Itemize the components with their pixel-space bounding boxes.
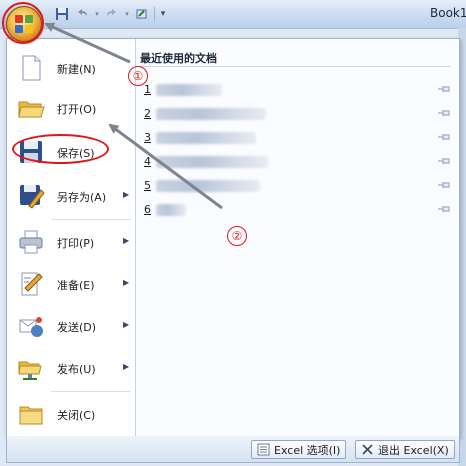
recent-item-number: 3 <box>144 131 151 144</box>
annotation-marker-1: ① <box>128 66 148 86</box>
close-folder-icon <box>17 400 45 428</box>
menu-item-open[interactable]: 打开(O) <box>7 89 135 127</box>
submenu-arrow-icon: ▶ <box>123 362 130 371</box>
menu-item-label: 发布(U) <box>57 363 96 376</box>
send-icon <box>17 312 45 340</box>
publish-icon <box>17 354 45 382</box>
options-icon <box>257 443 270 456</box>
recent-item[interactable]: 5 <box>140 176 458 196</box>
excel-options-button[interactable]: Excel 选项(I) <box>251 440 347 459</box>
submenu-arrow-icon: ▶ <box>123 190 130 199</box>
menu-item-print[interactable]: 打印(P) ▶ <box>7 223 135 261</box>
recent-divider <box>139 66 451 67</box>
menu-commands: 新建(N) 打开(O) 保存(S) 另存为(A) ▶ 打印(P) ▶ 准备(E)… <box>7 39 136 437</box>
menu-separator <box>51 391 131 392</box>
menu-item-label: 发送(D) <box>57 321 97 334</box>
recent-item[interactable]: 2 <box>140 104 458 124</box>
recent-item[interactable]: 6 <box>140 200 458 220</box>
recent-item-number: 4 <box>144 155 151 168</box>
menu-item-prepare[interactable]: 准备(E) ▶ <box>7 265 135 303</box>
recent-item-name-blurred <box>156 108 266 120</box>
office-highlight-ring <box>2 2 44 44</box>
recent-item[interactable]: 3 <box>140 128 458 148</box>
menu-item-label: 新建(N) <box>57 63 96 76</box>
annotation-marker-2: ② <box>227 226 247 246</box>
save-as-icon <box>17 182 45 210</box>
recent-documents-title: 最近使用的文档 <box>140 52 217 65</box>
menu-item-new[interactable]: 新建(N) <box>7 49 135 87</box>
recent-item-name-blurred <box>156 84 222 96</box>
exit-excel-label: 退出 Excel(X) <box>378 443 449 457</box>
recent-item[interactable]: 4 <box>140 152 458 172</box>
menu-item-label: 打印(P) <box>57 237 95 250</box>
menu-item-publish[interactable]: 发布(U) ▶ <box>7 349 135 387</box>
save-icon[interactable] <box>54 6 70 22</box>
menu-separator <box>51 219 131 220</box>
menu-item-label: 关闭(C) <box>57 409 96 422</box>
recent-item-number: 6 <box>144 203 151 216</box>
pin-icon[interactable] <box>437 132 451 142</box>
recent-item-name-blurred <box>156 180 260 192</box>
open-highlight-ring <box>12 134 109 164</box>
menu-item-send[interactable]: 发送(D) ▶ <box>7 307 135 345</box>
undo-icon[interactable] <box>74 6 90 22</box>
submenu-arrow-icon: ▶ <box>123 278 130 287</box>
pin-icon[interactable] <box>437 180 451 190</box>
pin-icon[interactable] <box>437 84 451 94</box>
recent-item-name-blurred <box>156 204 186 216</box>
quick-access-toolbar: ▾ ▾ ▾ <box>54 5 167 23</box>
pin-icon[interactable] <box>437 156 451 166</box>
printer-icon <box>17 228 45 256</box>
open-folder-icon <box>17 94 45 122</box>
excel-options-label: Excel 选项(I) <box>274 443 341 457</box>
prepare-icon <box>17 270 45 298</box>
recent-item-number: 1 <box>144 83 151 96</box>
exit-icon <box>361 443 374 456</box>
pin-icon[interactable] <box>437 108 451 118</box>
menu-item-close[interactable]: 关闭(C) <box>7 395 135 433</box>
redo-dropdown-icon[interactable]: ▾ <box>124 6 130 22</box>
recent-item-name-blurred <box>156 156 268 168</box>
undo-dropdown-icon[interactable]: ▾ <box>94 6 100 22</box>
pin-icon[interactable] <box>437 204 451 214</box>
window-title: Book1 <box>430 6 466 20</box>
title-bar: ▾ ▾ ▾ Book1 <box>0 0 466 29</box>
menu-item-label: 准备(E) <box>57 279 95 292</box>
exit-excel-button[interactable]: 退出 Excel(X) <box>355 440 455 459</box>
recent-item-number: 5 <box>144 179 151 192</box>
new-document-icon <box>17 54 45 82</box>
customize-icon[interactable] <box>134 6 150 22</box>
menu-footer: Excel 选项(I) 退出 Excel(X) <box>6 436 460 463</box>
submenu-arrow-icon: ▶ <box>123 236 130 245</box>
submenu-arrow-icon: ▶ <box>123 320 130 329</box>
menu-item-label: 另存为(A) <box>57 191 107 204</box>
customize-dropdown-icon[interactable]: ▾ <box>159 6 167 22</box>
recent-item-name-blurred <box>156 132 256 144</box>
qat-separator <box>154 7 155 21</box>
menu-item-label: 打开(O) <box>57 103 97 116</box>
menu-item-save-as[interactable]: 另存为(A) ▶ <box>7 177 135 215</box>
recent-item[interactable]: 1 <box>140 80 458 100</box>
redo-icon[interactable] <box>104 6 120 22</box>
recent-item-number: 2 <box>144 107 151 120</box>
